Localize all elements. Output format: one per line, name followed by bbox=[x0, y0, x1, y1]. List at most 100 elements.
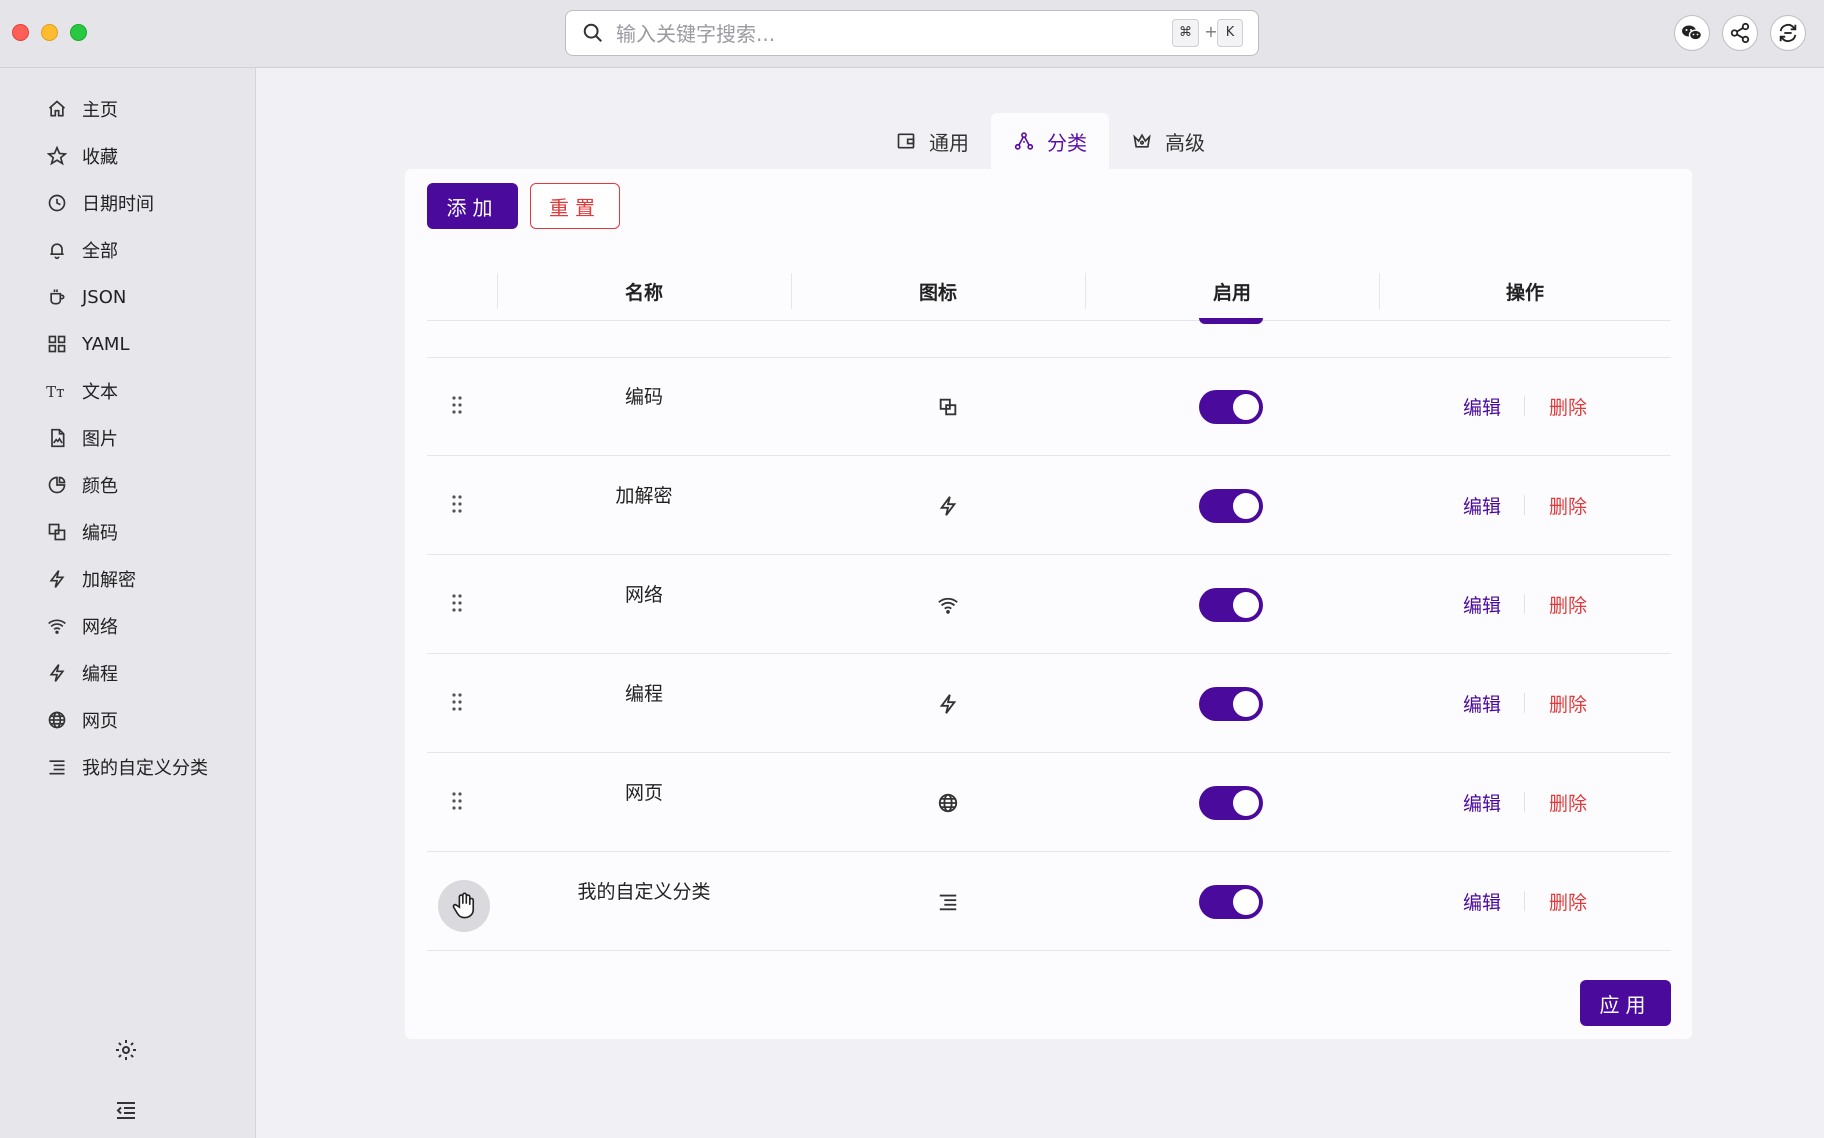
enabled-toggle[interactable] bbox=[1199, 687, 1263, 721]
settings-tabs: 通用 分类 高级 bbox=[873, 113, 1227, 169]
toggle-knob bbox=[1233, 592, 1259, 618]
enabled-toggle[interactable] bbox=[1199, 390, 1263, 424]
sidebar-item-all[interactable]: 全部 bbox=[46, 234, 118, 266]
search-bar[interactable]: 输入关键字搜索... ⌘ + K bbox=[565, 10, 1259, 56]
edit-link[interactable]: 编辑 bbox=[1458, 490, 1506, 520]
action-separator bbox=[1524, 891, 1525, 911]
edit-link[interactable]: 编辑 bbox=[1458, 886, 1506, 916]
clock-icon bbox=[46, 192, 68, 214]
drag-handle-active[interactable] bbox=[438, 880, 490, 932]
toggle-knob bbox=[1233, 790, 1259, 816]
action-separator bbox=[1524, 693, 1525, 713]
sidebar-item-label: 文本 bbox=[82, 382, 118, 403]
category-name: 编码 bbox=[624, 385, 663, 408]
toggle-knob bbox=[1233, 691, 1259, 717]
sidebar-item-label: 颜色 bbox=[82, 476, 118, 497]
sidebar-item-encoding[interactable]: 编码 bbox=[46, 516, 118, 548]
share-icon bbox=[1730, 22, 1750, 44]
zoom-window-button[interactable] bbox=[70, 24, 87, 41]
globe-icon bbox=[46, 709, 68, 731]
toggle-knob bbox=[1233, 394, 1259, 420]
sidebar-item-favorites[interactable]: 收藏 bbox=[46, 140, 118, 172]
wechat-icon bbox=[1682, 25, 1703, 41]
sidebar-item-label: 加解密 bbox=[82, 570, 136, 591]
copy-icon bbox=[939, 398, 957, 416]
drag-handle-icon[interactable] bbox=[449, 790, 465, 812]
sidebar-item-label: 编程 bbox=[82, 664, 118, 685]
drag-handle-icon[interactable] bbox=[449, 493, 465, 515]
drag-handle-icon[interactable] bbox=[449, 394, 465, 416]
edit-link[interactable]: 编辑 bbox=[1458, 391, 1506, 421]
sidebar-item-color[interactable]: 颜色 bbox=[46, 469, 118, 501]
sidebar-item-web[interactable]: 网页 bbox=[46, 704, 118, 736]
drag-handle-icon[interactable] bbox=[449, 691, 465, 713]
enabled-toggle[interactable] bbox=[1199, 489, 1263, 523]
table-row[interactable]: 网页 编辑 删除 bbox=[427, 754, 1671, 852]
collapse-sidebar-icon[interactable] bbox=[114, 1098, 138, 1122]
sidebar-item-image[interactable]: 图片 bbox=[46, 422, 118, 454]
globe-icon bbox=[938, 793, 958, 813]
delete-link[interactable]: 删除 bbox=[1544, 688, 1592, 718]
sidebar-item-text[interactable]: Tт 文本 bbox=[46, 375, 118, 407]
enabled-toggle[interactable] bbox=[1199, 786, 1263, 820]
delete-link[interactable]: 删除 bbox=[1544, 886, 1592, 916]
sidebar-item-label: 编码 bbox=[82, 523, 118, 544]
sync-button[interactable] bbox=[1770, 15, 1806, 51]
close-window-button[interactable] bbox=[12, 24, 29, 41]
wechat-button[interactable] bbox=[1674, 15, 1710, 51]
table-row[interactable]: 网络 编辑 删除 bbox=[427, 556, 1671, 654]
svg-text:Tт: Tт bbox=[46, 383, 64, 401]
wifi-icon bbox=[46, 615, 68, 637]
tab-advanced[interactable]: 高级 bbox=[1109, 113, 1227, 169]
sidebar-item-custom[interactable]: 我的自定义分类 bbox=[46, 751, 208, 783]
table-row[interactable]: 加解密 编辑 删除 bbox=[427, 457, 1671, 555]
table-row-partial bbox=[427, 321, 1671, 358]
delete-link[interactable]: 删除 bbox=[1544, 391, 1592, 421]
column-header-enabled: 启用 bbox=[1212, 281, 1251, 304]
sidebar-item-datetime[interactable]: 日期时间 bbox=[46, 187, 154, 219]
sidebar-item-yaml[interactable]: YAML bbox=[46, 328, 129, 360]
edit-link[interactable]: 编辑 bbox=[1458, 589, 1506, 619]
enabled-toggle[interactable] bbox=[1199, 885, 1263, 919]
column-header-icon: 图标 bbox=[918, 281, 957, 304]
sidebar-item-label: 日期时间 bbox=[82, 194, 154, 215]
sidebar-item-json[interactable]: JSON bbox=[46, 281, 126, 313]
search-placeholder[interactable]: 输入关键字搜索... bbox=[616, 22, 775, 46]
tab-categories[interactable]: 分类 bbox=[991, 113, 1109, 169]
table-row[interactable]: 编码 编辑 删除 bbox=[427, 358, 1671, 456]
add-button[interactable]: 添加 bbox=[427, 183, 518, 229]
sidebar-item-label: 我的自定义分类 bbox=[82, 758, 208, 779]
minimize-window-button[interactable] bbox=[41, 24, 58, 41]
search-icon bbox=[583, 23, 602, 42]
table-row[interactable]: 我的自定义分类 编辑 删除 bbox=[427, 853, 1671, 951]
sync-icon bbox=[1779, 24, 1797, 42]
edit-link[interactable]: 编辑 bbox=[1458, 787, 1506, 817]
share-button[interactable] bbox=[1722, 15, 1758, 51]
sidebar-item-label: 收藏 bbox=[82, 147, 118, 168]
edit-link[interactable]: 编辑 bbox=[1458, 688, 1506, 718]
bolt-icon bbox=[46, 568, 68, 590]
delete-link[interactable]: 删除 bbox=[1544, 787, 1592, 817]
sidebar-item-label: YAML bbox=[82, 333, 130, 355]
table-header: 名称 图标 启用 操作 bbox=[427, 261, 1671, 321]
enabled-toggle[interactable] bbox=[1199, 588, 1263, 622]
delete-link[interactable]: 删除 bbox=[1544, 589, 1592, 619]
action-separator bbox=[1524, 495, 1525, 515]
delete-link[interactable]: 删除 bbox=[1544, 490, 1592, 520]
apply-button[interactable]: 应用 bbox=[1580, 980, 1671, 1026]
settings-icon[interactable] bbox=[114, 1038, 138, 1062]
home-icon bbox=[46, 98, 68, 120]
toggle-knob bbox=[1233, 493, 1259, 519]
sidebar-item-programming[interactable]: 编程 bbox=[46, 657, 118, 689]
column-header-actions: 操作 bbox=[1505, 281, 1544, 304]
grid-icon bbox=[46, 333, 68, 355]
reset-button[interactable]: 重置 bbox=[530, 183, 620, 229]
tab-general[interactable]: 通用 bbox=[873, 113, 991, 169]
action-separator bbox=[1524, 792, 1525, 812]
file-image-icon bbox=[46, 427, 68, 449]
sidebar-item-home[interactable]: 主页 bbox=[46, 93, 118, 125]
drag-handle-icon[interactable] bbox=[449, 592, 465, 614]
sidebar-item-network[interactable]: 网络 bbox=[46, 610, 118, 642]
table-row[interactable]: 编程 编辑 删除 bbox=[427, 655, 1671, 753]
sidebar-item-crypto[interactable]: 加解密 bbox=[46, 563, 136, 595]
